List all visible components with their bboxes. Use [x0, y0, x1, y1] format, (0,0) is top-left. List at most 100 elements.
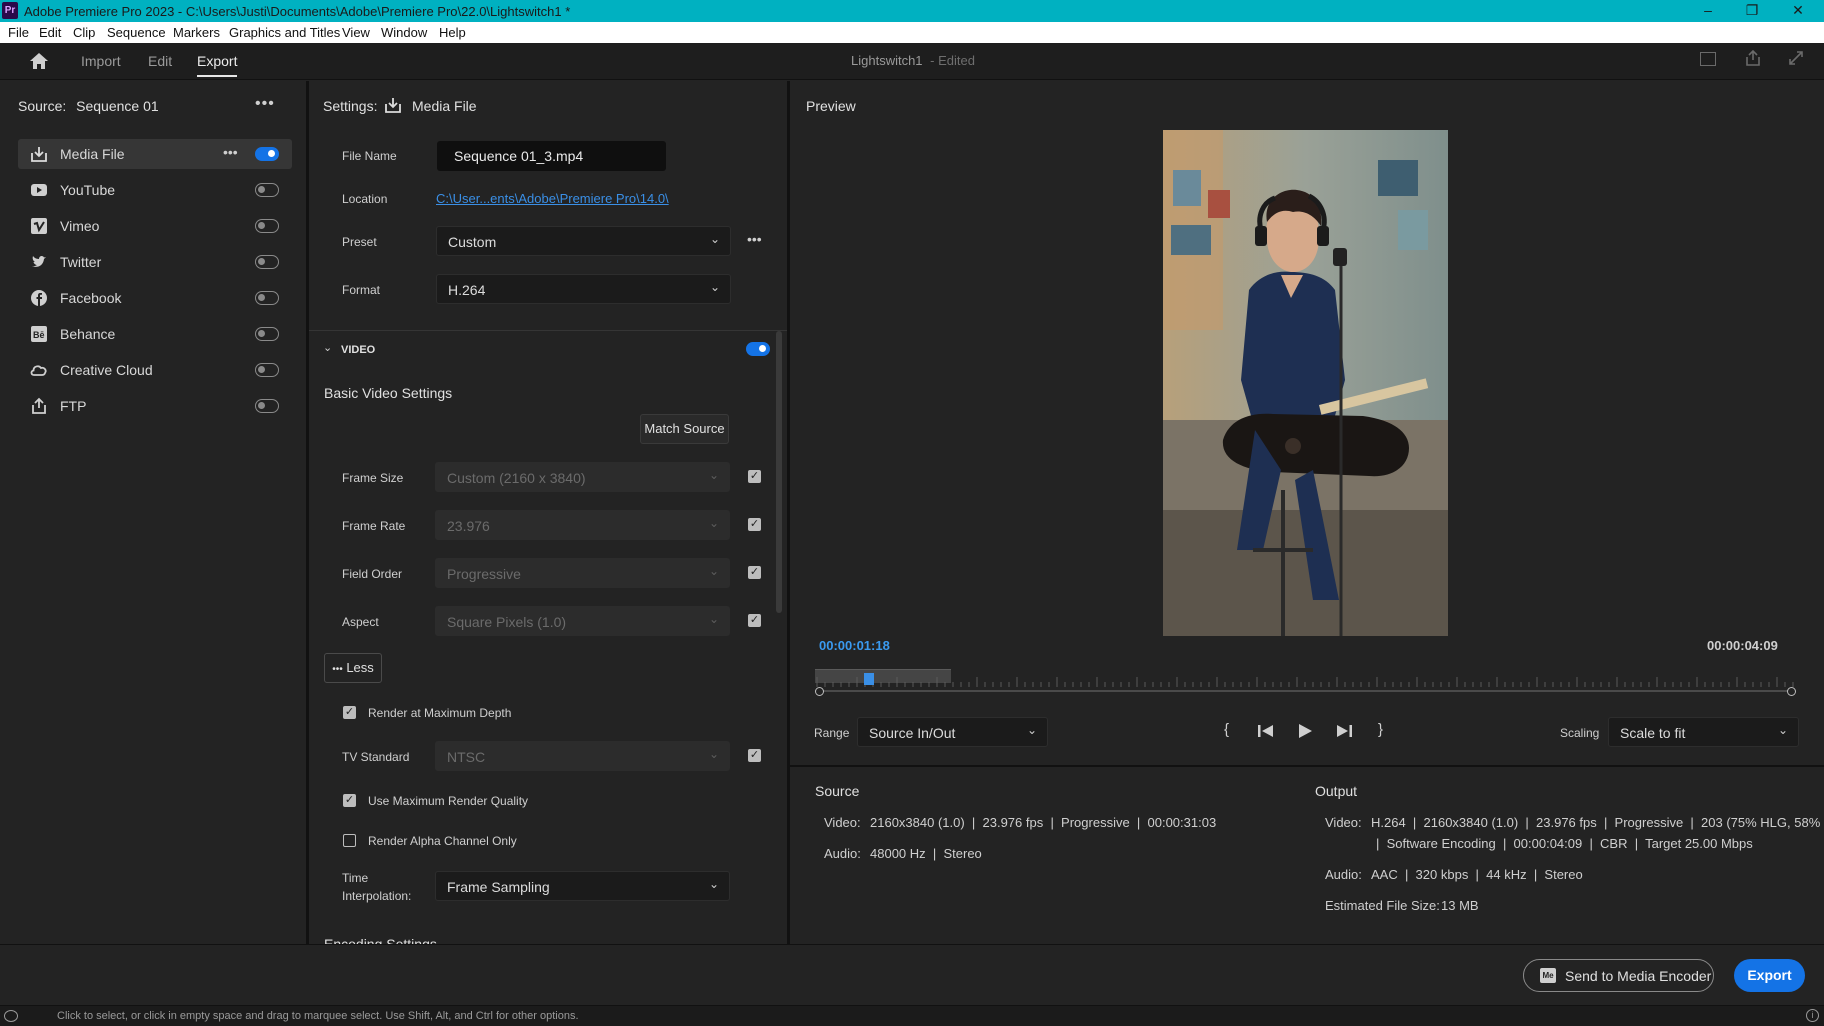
status-bar: Click to select, or click in empty space… [0, 1005, 1824, 1026]
location-link[interactable]: C:\User...ents\Adobe\Premiere Pro\14.0\ [436, 191, 669, 206]
menu-sequence[interactable]: Sequence [107, 25, 166, 40]
video-toggle[interactable] [746, 342, 770, 356]
chevron-down-icon[interactable]: ⌄ [323, 341, 332, 354]
source-sequence[interactable]: Sequence 01 [76, 98, 159, 114]
status-icon [4, 1010, 18, 1022]
output-audio-info: AAC | 320 kbps | 44 kHz | Stereo [1371, 867, 1583, 882]
scaling-dropdown[interactable]: Scale to fit ⌄ [1608, 717, 1799, 747]
file-name-input[interactable]: Sequence 01_3.mp4 [437, 141, 666, 171]
destination-youtube[interactable]: YouTube [18, 175, 292, 205]
destination-media-file[interactable]: Media File ••• [18, 139, 292, 169]
menu-edit[interactable]: Edit [39, 25, 61, 40]
home-icon[interactable] [29, 52, 49, 73]
export-button[interactable]: Export [1734, 959, 1805, 992]
destination-vimeo[interactable]: Vimeo [18, 211, 292, 241]
mark-out-icon[interactable]: } [1378, 721, 1383, 738]
frame-rate-match-checkbox[interactable]: ✓ [748, 518, 761, 531]
destination-behance[interactable]: Bē Behance [18, 319, 292, 349]
window-title: Adobe Premiere Pro 2023 - C:\Users\Justi… [24, 4, 571, 19]
minimize-button[interactable]: – [1688, 2, 1728, 18]
destination-creative-cloud[interactable]: Creative Cloud [18, 355, 292, 385]
settings-target: Media File [412, 98, 477, 114]
behance-toggle[interactable] [255, 327, 279, 341]
step-back-icon[interactable] [1257, 723, 1275, 742]
youtube-toggle[interactable] [255, 183, 279, 197]
source-more-icon[interactable]: ••• [255, 95, 275, 113]
media-file-more-icon[interactable]: ••• [223, 144, 238, 160]
share-icon[interactable] [1744, 49, 1762, 70]
menu-window[interactable]: Window [381, 25, 427, 40]
close-button[interactable]: ✕ [1778, 2, 1818, 19]
settings-scrollbar[interactable] [776, 331, 782, 613]
restore-button[interactable]: ❐ [1732, 2, 1772, 19]
estimated-file-size-label: Estimated File Size: [1325, 898, 1440, 913]
tv-standard-label: TV Standard [342, 750, 410, 764]
tv-standard-dropdown[interactable]: NTSC ⌄ [435, 741, 730, 771]
field-order-match-checkbox[interactable]: ✓ [748, 566, 761, 579]
preset-dropdown[interactable]: Custom ⌄ [436, 226, 731, 256]
chevron-down-icon: ⌄ [708, 612, 719, 626]
in-point-handle[interactable] [815, 687, 824, 696]
menu-markers[interactable]: Markers [173, 25, 220, 40]
tv-standard-match-checkbox[interactable]: ✓ [748, 749, 761, 762]
menu-file[interactable]: File [8, 25, 29, 40]
render-alpha-only-checkbox[interactable] [343, 834, 356, 847]
workspaces-icon[interactable] [1700, 52, 1716, 66]
info-icon[interactable]: i [1806, 1009, 1819, 1022]
destination-facebook[interactable]: Facebook [18, 283, 292, 313]
range-label: Range [814, 726, 850, 740]
step-forward-icon[interactable] [1335, 723, 1353, 742]
fullscreen-icon[interactable] [1787, 49, 1805, 70]
tab-edit[interactable]: Edit [148, 53, 172, 69]
video-section-title[interactable]: VIDEO [341, 344, 375, 356]
max-render-quality-label: Use Maximum Render Quality [368, 794, 529, 808]
facebook-icon [30, 289, 48, 307]
range-dropdown[interactable]: Source In/Out ⌄ [857, 717, 1048, 747]
tab-export[interactable]: Export [197, 53, 238, 77]
destination-ftp[interactable]: FTP [18, 391, 292, 421]
vimeo-toggle[interactable] [255, 219, 279, 233]
format-dropdown[interactable]: H.264 ⌄ [436, 274, 731, 304]
facebook-toggle[interactable] [255, 291, 279, 305]
preset-more-icon[interactable]: ••• [747, 231, 762, 247]
send-to-media-encoder-button[interactable]: Me Send to Media Encoder [1523, 959, 1714, 992]
menu-view[interactable]: View [342, 25, 370, 40]
menu-graphics-and-titles[interactable]: Graphics and Titles [229, 25, 340, 40]
media-file-icon [384, 96, 402, 117]
ftp-icon [30, 397, 48, 415]
out-point-handle[interactable] [1787, 687, 1796, 696]
mark-in-icon[interactable]: { [1224, 721, 1229, 738]
ftp-toggle[interactable] [255, 399, 279, 413]
aspect-dropdown[interactable]: Square Pixels (1.0) ⌄ [435, 606, 730, 636]
match-source-button[interactable]: Match Source [640, 414, 729, 444]
time-interpolation-dropdown[interactable]: Frame Sampling ⌄ [435, 871, 730, 901]
menu-help[interactable]: Help [439, 25, 466, 40]
creative-cloud-toggle[interactable] [255, 363, 279, 377]
youtube-icon [30, 181, 48, 199]
twitter-toggle[interactable] [255, 255, 279, 269]
aspect-value: Square Pixels (1.0) [447, 614, 567, 630]
aspect-match-checkbox[interactable]: ✓ [748, 614, 761, 627]
preview-title: Preview [806, 98, 856, 114]
destination-name: Vimeo [60, 218, 100, 234]
render-max-depth-checkbox[interactable]: ✓ [343, 706, 356, 719]
range-value: Source In/Out [869, 725, 956, 741]
source-video-label: Video: [824, 815, 861, 830]
play-icon[interactable] [1297, 723, 1313, 742]
frame-rate-dropdown[interactable]: 23.976 ⌄ [435, 510, 730, 540]
media-file-toggle[interactable] [255, 147, 279, 161]
frame-size-match-checkbox[interactable]: ✓ [748, 470, 761, 483]
chevron-down-icon: ⌄ [708, 747, 719, 761]
frame-size-dropdown[interactable]: Custom (2160 x 3840) ⌄ [435, 462, 730, 492]
playhead[interactable] [863, 673, 874, 685]
preview-timeline[interactable] [815, 667, 1796, 697]
field-order-dropdown[interactable]: Progressive ⌄ [435, 558, 730, 588]
current-timecode[interactable]: 00:00:01:18 [819, 638, 890, 653]
max-render-quality-checkbox[interactable]: ✓ [343, 794, 356, 807]
tab-import[interactable]: Import [81, 53, 121, 69]
render-max-depth-label: Render at Maximum Depth [368, 706, 512, 720]
chevron-down-icon: ⌄ [709, 280, 720, 294]
destination-twitter[interactable]: Twitter [18, 247, 292, 277]
menu-clip[interactable]: Clip [73, 25, 95, 40]
less-button[interactable]: ••• Less [324, 653, 382, 683]
